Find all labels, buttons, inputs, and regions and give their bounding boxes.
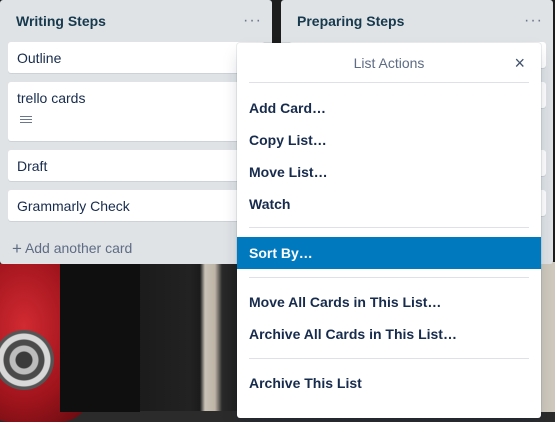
- menu-item-archive-all-cards[interactable]: Archive All Cards in This List…: [237, 318, 541, 350]
- background-photo-dark-area: [60, 262, 140, 412]
- menu-item-move-all-cards[interactable]: Move All Cards in This List…: [237, 286, 541, 318]
- add-card-button[interactable]: + Add another card: [12, 238, 132, 258]
- list-title[interactable]: Writing Steps: [16, 13, 106, 29]
- card-trello-cards[interactable]: trello cards: [8, 82, 265, 141]
- menu-item-move-list[interactable]: Move List…: [237, 156, 541, 188]
- menu-item-add-card[interactable]: Add Card…: [237, 92, 541, 124]
- list-header: Writing Steps ···: [0, 0, 272, 42]
- divider: [249, 358, 529, 359]
- list-writing-steps: Writing Steps ··· Outline trello cards D…: [0, 0, 272, 264]
- menu-item-archive-list[interactable]: Archive This List: [237, 367, 541, 399]
- divider: [249, 277, 529, 278]
- background-photo-light-area: [540, 262, 555, 412]
- add-card-label: Add another card: [24, 240, 133, 256]
- card-title: Grammarly Check: [17, 198, 130, 214]
- menu-item-copy-list[interactable]: Copy List…: [237, 124, 541, 156]
- plus-icon: +: [12, 239, 22, 258]
- card-outline[interactable]: Outline: [8, 42, 265, 73]
- popover-title: List Actions: [353, 55, 425, 71]
- list-header: Preparing Steps ···: [281, 0, 553, 42]
- description-icon: [20, 116, 32, 126]
- card-grammarly-check[interactable]: Grammarly Check: [8, 190, 265, 221]
- menu-item-watch[interactable]: Watch: [237, 188, 541, 220]
- list-actions-popover: List Actions × Add Card… Copy List… Move…: [237, 43, 541, 418]
- card-title: trello cards: [17, 90, 86, 106]
- list-title[interactable]: Preparing Steps: [297, 13, 404, 29]
- menu-item-sort-by[interactable]: Sort By…: [237, 237, 541, 269]
- divider: [249, 227, 529, 228]
- card-draft[interactable]: Draft: [8, 150, 265, 181]
- card-title: Outline: [17, 50, 62, 66]
- list-menu-icon[interactable]: ···: [524, 12, 543, 30]
- popover-header: List Actions ×: [237, 43, 541, 83]
- close-icon[interactable]: ×: [514, 43, 525, 83]
- list-menu-icon[interactable]: ···: [243, 12, 262, 30]
- card-title: Draft: [17, 158, 48, 174]
